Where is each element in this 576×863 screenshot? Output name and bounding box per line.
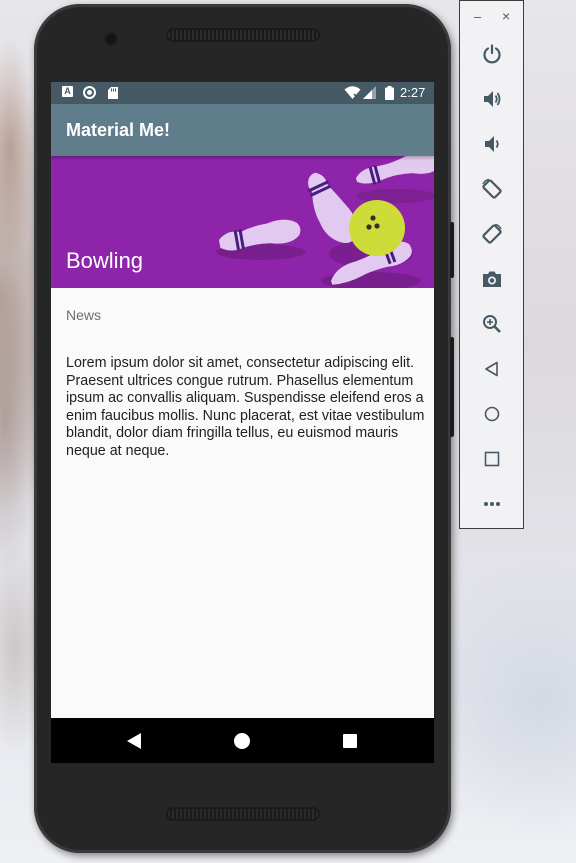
back-icon <box>485 361 498 377</box>
overview-button[interactable] <box>479 446 505 472</box>
card-body-text: Lorem ipsum dolor sit amet, consectetur … <box>66 355 425 459</box>
more-button[interactable] <box>479 491 505 517</box>
circle-notification-icon <box>83 86 96 99</box>
volume-down-button[interactable] <box>479 131 505 157</box>
app-bar: Material Me! <box>51 104 434 156</box>
back-button[interactable] <box>479 356 505 382</box>
rotate-right-icon <box>482 223 502 244</box>
status-time: 2:27 <box>400 85 426 100</box>
nav-back-button[interactable] <box>104 718 164 763</box>
more-icon <box>484 502 500 506</box>
overview-icon <box>484 451 500 467</box>
power-side-button[interactable] <box>450 222 454 278</box>
wifi-icon <box>344 86 361 104</box>
camera-icon <box>483 271 501 287</box>
emulator-toolbar: – × <box>459 0 524 529</box>
close-button[interactable]: × <box>502 9 510 23</box>
card-title: Bowling <box>66 248 144 273</box>
status-bar: A 2:27 <box>51 82 434 104</box>
bottom-speaker <box>166 807 320 821</box>
rotate-left-icon <box>482 178 502 199</box>
power-icon <box>483 44 501 64</box>
minimize-button[interactable]: – <box>474 10 481 23</box>
recents-icon <box>343 733 357 748</box>
bowling-ball <box>349 200 405 256</box>
rotate-right-button[interactable] <box>479 221 505 247</box>
accessibility-a-icon: A <box>62 86 73 97</box>
volume-down-icon <box>485 136 499 152</box>
nav-recents-button[interactable] <box>320 718 380 763</box>
volume-up-button[interactable] <box>479 86 505 112</box>
phone-screen: A 2:27 Material Me! Bowling News Lorem i… <box>51 82 434 763</box>
signal-icon <box>363 86 376 104</box>
zoom-icon <box>483 315 501 333</box>
app-title: Material Me! <box>66 120 171 140</box>
battery-icon <box>385 86 394 105</box>
nav-home-button[interactable] <box>212 718 272 763</box>
top-speaker <box>166 28 320 42</box>
card-subtitle: News <box>66 307 102 323</box>
card-banner[interactable]: Bowling <box>51 156 434 288</box>
home-icon <box>234 732 250 749</box>
pin-top-right <box>356 156 434 185</box>
back-icon <box>127 732 141 749</box>
front-camera <box>106 34 116 44</box>
volume-side-button[interactable] <box>450 337 454 437</box>
navigation-bar <box>51 718 434 763</box>
volume-up-icon <box>484 91 501 107</box>
power-button[interactable] <box>479 41 505 67</box>
sd-card-icon <box>108 86 118 104</box>
screenshot-button[interactable] <box>479 266 505 292</box>
zoom-button[interactable] <box>479 311 505 337</box>
rotate-left-button[interactable] <box>479 176 505 202</box>
home-icon <box>484 406 500 422</box>
home-button[interactable] <box>479 401 505 427</box>
